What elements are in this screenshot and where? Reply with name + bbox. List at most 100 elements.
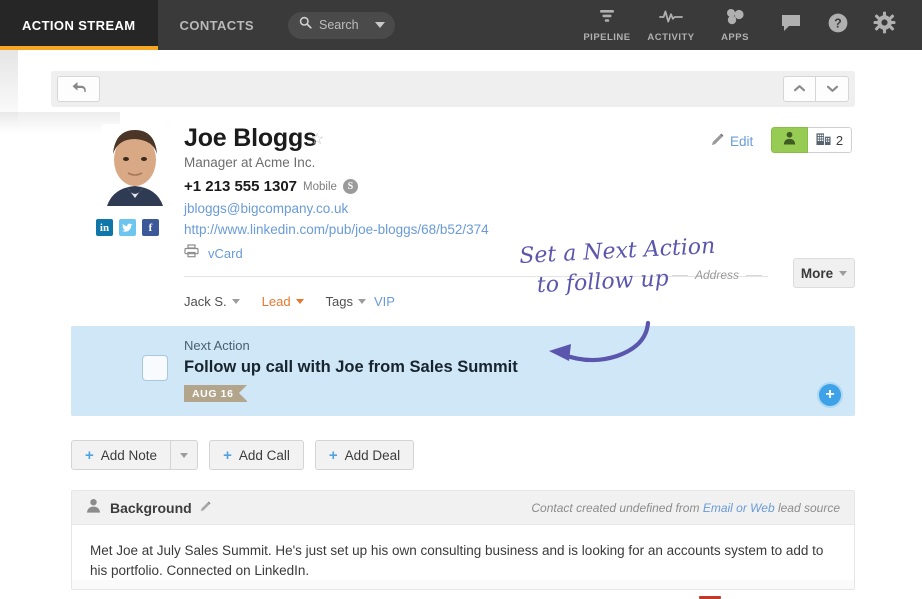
contact-phone-row: +1 213 555 1307 Mobile S [184, 178, 358, 195]
owner-label: Jack S. [184, 294, 227, 309]
background-meta-prefix: Contact created undefined from [531, 500, 703, 515]
address-rule-right [746, 274, 763, 276]
nav-item-activity-label: ACTIVITY [647, 31, 695, 43]
search-input[interactable]: Search [287, 11, 395, 39]
nav-item-pipeline[interactable]: PIPELINE [575, 0, 639, 50]
chevron-down-icon [231, 299, 240, 304]
nav-item-pipeline-label: PIPELINE [583, 31, 631, 43]
chevron-down-icon [180, 452, 189, 458]
top-navigation-bar: ACTION STREAM CONTACTS Search PIPELINE A… [0, 0, 922, 50]
tab-action-stream[interactable]: ACTION STREAM [0, 0, 158, 50]
nav-right-group: PIPELINE ACTIVITY APPS ? [575, 0, 922, 50]
pencil-icon [711, 133, 724, 149]
annotation-text: Set a Next Action to follow up [519, 230, 752, 301]
more-button[interactable]: More [793, 258, 855, 288]
status-dropdown[interactable]: Lead [262, 294, 304, 309]
apps-icon [724, 8, 746, 30]
contact-phone-type: Mobile [303, 180, 337, 193]
star-outline-icon[interactable]: ☆ [310, 132, 324, 148]
tab-contacts-label: CONTACTS [179, 17, 254, 33]
background-body: Met Joe at July Sales Summit. He's just … [72, 525, 854, 581]
address-label: Address [695, 268, 740, 282]
add-note-label: Add Note [100, 447, 158, 463]
gear-icon [873, 11, 896, 39]
vcard-label[interactable]: vCard [208, 246, 243, 261]
next-action-checkbox[interactable] [142, 355, 168, 381]
owner-dropdown[interactable]: Jack S. [184, 294, 240, 309]
chevron-down-icon [826, 80, 839, 98]
toggle-person[interactable] [771, 127, 808, 153]
tags-label: Tags [325, 294, 354, 309]
plus-icon: + [85, 446, 94, 464]
person-icon [783, 131, 796, 150]
record-nav-group [783, 76, 849, 102]
printer-icon [184, 244, 199, 263]
add-note-dropdown[interactable] [171, 440, 199, 470]
vcard-row[interactable]: vCard [184, 244, 243, 263]
back-arrow-icon [71, 80, 87, 99]
company-count: 2 [835, 132, 844, 148]
address-row: Address [672, 268, 763, 282]
tab-contacts[interactable]: CONTACTS [158, 0, 276, 50]
chat-bubble-icon [780, 13, 802, 38]
help-circle-icon: ? [827, 12, 849, 39]
address-rule-left [672, 274, 688, 276]
avatar[interactable] [101, 124, 169, 206]
record-toolbar [51, 71, 855, 107]
next-action-date-badge[interactable]: AUG 16 [184, 385, 247, 402]
tags-dropdown[interactable]: Tags [325, 294, 367, 309]
linkedin-icon[interactable]: in [96, 219, 113, 236]
page-left-shadow [0, 50, 18, 128]
contact-website[interactable]: http://www.linkedin.com/pub/joe-bloggs/6… [184, 222, 489, 237]
social-links: in f [96, 219, 159, 236]
tag-vip[interactable]: VIP [374, 294, 395, 309]
toggle-company[interactable]: 2 [808, 127, 852, 153]
building-icon [816, 132, 831, 149]
next-action-label: Next Action [184, 338, 250, 353]
add-deal-button[interactable]: + Add Deal [314, 440, 415, 470]
contact-role: Manager at Acme Inc. [184, 155, 316, 170]
chevron-down-icon [358, 299, 367, 304]
search-chevron-down-icon[interactable] [374, 22, 385, 28]
nav-item-apps[interactable]: APPS [703, 0, 767, 50]
next-record-button[interactable] [816, 76, 849, 102]
background-meta-suffix: lead source [774, 500, 840, 515]
background-title: Background [110, 499, 192, 516]
record-type-toggle: 2 [771, 127, 852, 153]
facebook-icon[interactable]: f [142, 219, 159, 236]
tab-action-stream-label: ACTION STREAM [22, 17, 136, 33]
skype-icon[interactable]: S [342, 179, 358, 194]
pulse-icon [659, 8, 683, 30]
status-badge: Lead [261, 294, 291, 309]
page-title: Joe Bloggs [184, 124, 317, 152]
search-placeholder: Search [318, 18, 359, 32]
action-buttons-row: + Add Note + Add Call + Add Deal [71, 440, 415, 470]
help-button[interactable]: ? [814, 0, 861, 50]
pencil-icon[interactable] [200, 499, 211, 517]
edit-button[interactable]: Edit [711, 133, 753, 149]
chat-bubble-button[interactable] [767, 0, 814, 50]
add-call-button[interactable]: + Add Call [209, 440, 304, 470]
background-meta: Contact created undefined from Email or … [531, 501, 840, 515]
next-action-title[interactable]: Follow up call with Joe from Sales Summi… [184, 358, 518, 377]
nav-item-activity[interactable]: ACTIVITY [639, 0, 703, 50]
crm-contact-page: ACTION STREAM CONTACTS Search PIPELINE A… [0, 0, 922, 599]
funnel-icon [597, 8, 617, 30]
contact-phone[interactable]: +1 213 555 1307 [184, 178, 297, 195]
twitter-icon[interactable] [119, 219, 136, 236]
add-note-button[interactable]: + Add Note [71, 440, 172, 470]
chevron-down-icon [295, 299, 304, 304]
previous-record-button[interactable] [783, 76, 816, 102]
background-header: Background Contact created undefined fro… [72, 491, 854, 525]
contact-email[interactable]: jbloggs@bigcompany.co.uk [184, 201, 348, 216]
plus-circle-icon[interactable]: + [819, 384, 841, 406]
add-deal-label: Add Deal [344, 447, 401, 463]
lead-source-link[interactable]: Email or Web [703, 501, 775, 515]
edit-label: Edit [730, 133, 754, 149]
chevron-down-icon [839, 270, 848, 276]
add-note-group: + Add Note [71, 440, 199, 470]
nav-item-apps-label: APPS [721, 31, 749, 43]
back-button[interactable] [57, 76, 100, 102]
settings-button[interactable] [861, 0, 908, 50]
plus-icon: + [328, 446, 338, 464]
